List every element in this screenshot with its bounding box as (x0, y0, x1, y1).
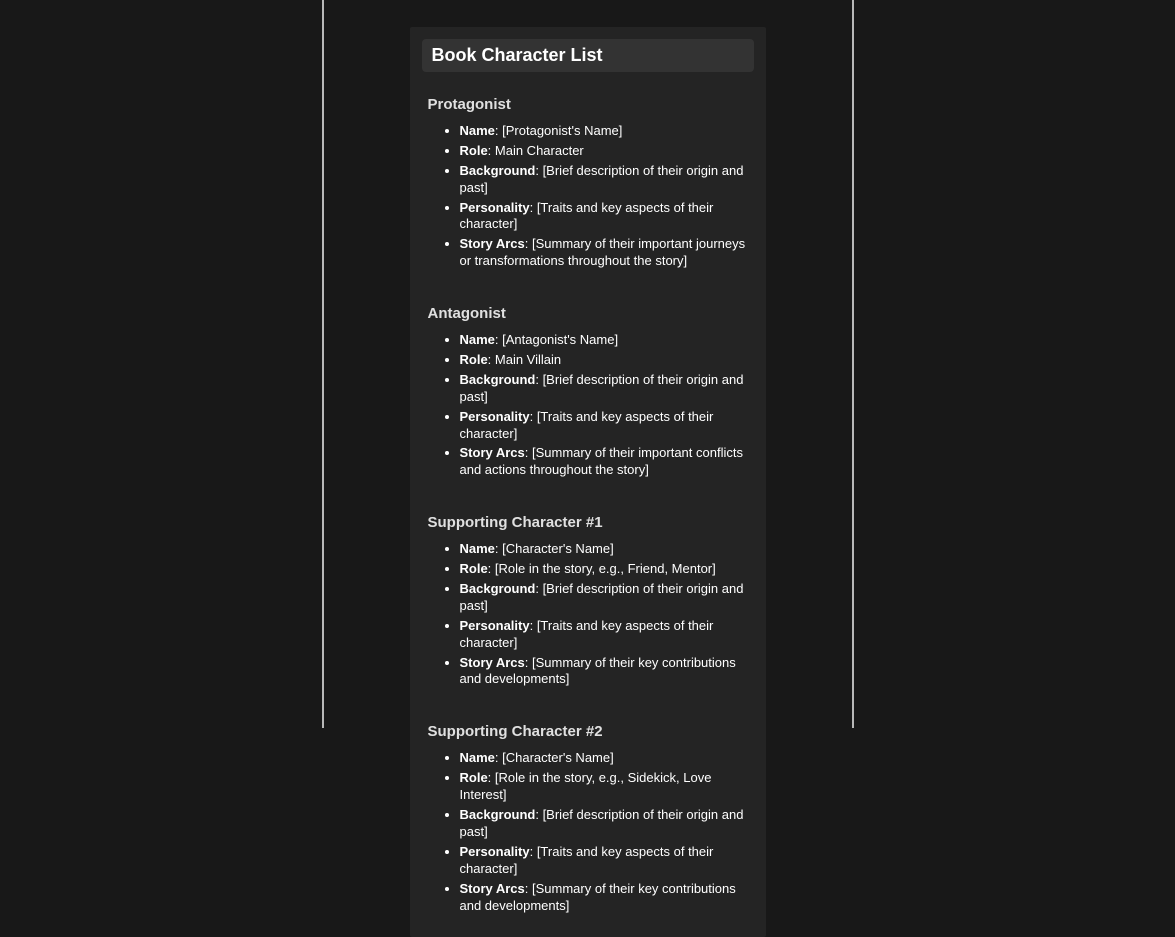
attribute-label: Background (460, 372, 536, 387)
attribute-value: : [Protagonist's Name] (495, 123, 622, 138)
attribute-value: : [Character's Name] (495, 541, 614, 556)
attribute-value: : [Antagonist's Name] (495, 332, 618, 347)
attribute-label: Personality (460, 409, 530, 424)
list-item: Background: [Brief description of their … (460, 807, 748, 841)
card-title: Book Character List (432, 45, 744, 66)
attribute-label: Personality (460, 844, 530, 859)
list-item: Name: [Antagonist's Name] (460, 332, 748, 349)
attribute-label: Personality (460, 200, 530, 215)
attribute-value: : Main Villain (488, 352, 561, 367)
attribute-list: Name: [Protagonist's Name] Role: Main Cha… (428, 123, 748, 270)
attribute-value: : [Role in the story, e.g., Friend, Ment… (488, 561, 716, 576)
attribute-list: Name: [Character's Name] Role: [Role in t… (428, 750, 748, 914)
character-section: Protagonist Name: [Protagonist's Name] Rol… (422, 84, 754, 281)
attribute-label: Role (460, 352, 488, 367)
list-item: Story Arcs: [Summary of their important … (460, 236, 748, 270)
section-heading: Supporting Character #2 (428, 723, 748, 740)
character-section: Antagonist Name: [Antagonist's Name] Role:… (422, 293, 754, 490)
title-bar: Book Character List (422, 39, 754, 72)
attribute-label: Name (460, 332, 495, 347)
attribute-label: Story Arcs (460, 236, 525, 251)
list-item: Story Arcs: [Summary of their important … (460, 445, 748, 479)
attribute-label: Background (460, 581, 536, 596)
attribute-label: Name (460, 541, 495, 556)
attribute-list: Name: [Antagonist's Name] Role: Main Vill… (428, 332, 748, 479)
list-item: Personality: [Traits and key aspects of … (460, 618, 748, 652)
attribute-value: : Main Character (488, 143, 584, 158)
list-item: Personality: [Traits and key aspects of … (460, 200, 748, 234)
section-heading: Supporting Character #1 (428, 514, 748, 531)
list-item: Personality: [Traits and key aspects of … (460, 844, 748, 878)
list-item: Name: [Character's Name] (460, 750, 748, 767)
attribute-value: : [Character's Name] (495, 750, 614, 765)
attribute-value: : [Role in the story, e.g., Sidekick, Lo… (460, 770, 712, 802)
character-section: Supporting Character #1 Name: [Character'… (422, 502, 754, 699)
section-heading: Antagonist (428, 305, 748, 322)
attribute-label: Role (460, 143, 488, 158)
attribute-label: Story Arcs (460, 881, 525, 896)
list-item: Background: [Brief description of their … (460, 163, 748, 197)
attribute-label: Role (460, 770, 488, 785)
list-item: Role: Main Villain (460, 352, 748, 369)
list-item: Role: Main Character (460, 143, 748, 160)
attribute-label: Story Arcs (460, 445, 525, 460)
attribute-list: Name: [Character's Name] Role: [Role in t… (428, 541, 748, 688)
list-item: Name: [Character's Name] (460, 541, 748, 558)
list-item: Name: [Protagonist's Name] (460, 123, 748, 140)
list-item: Story Arcs: [Summary of their key contri… (460, 881, 748, 915)
list-item: Story Arcs: [Summary of their key contri… (460, 655, 748, 689)
attribute-label: Background (460, 163, 536, 178)
list-item: Role: [Role in the story, e.g., Sidekick… (460, 770, 748, 804)
list-item: Personality: [Traits and key aspects of … (460, 409, 748, 443)
character-section: Supporting Character #2 Name: [Character'… (422, 711, 754, 925)
list-item: Background: [Brief description of their … (460, 372, 748, 406)
attribute-label: Personality (460, 618, 530, 633)
attribute-label: Background (460, 807, 536, 822)
attribute-label: Story Arcs (460, 655, 525, 670)
attribute-label: Name (460, 750, 495, 765)
content-column: Book Character List ProtagonistName: [Pr… (322, 0, 854, 728)
section-heading: Protagonist (428, 96, 748, 113)
list-item: Background: [Brief description of their … (460, 581, 748, 615)
attribute-label: Role (460, 561, 488, 576)
list-item: Role: [Role in the story, e.g., Friend, … (460, 561, 748, 578)
character-list-card: Book Character List ProtagonistName: [Pr… (410, 27, 766, 937)
attribute-label: Name (460, 123, 495, 138)
